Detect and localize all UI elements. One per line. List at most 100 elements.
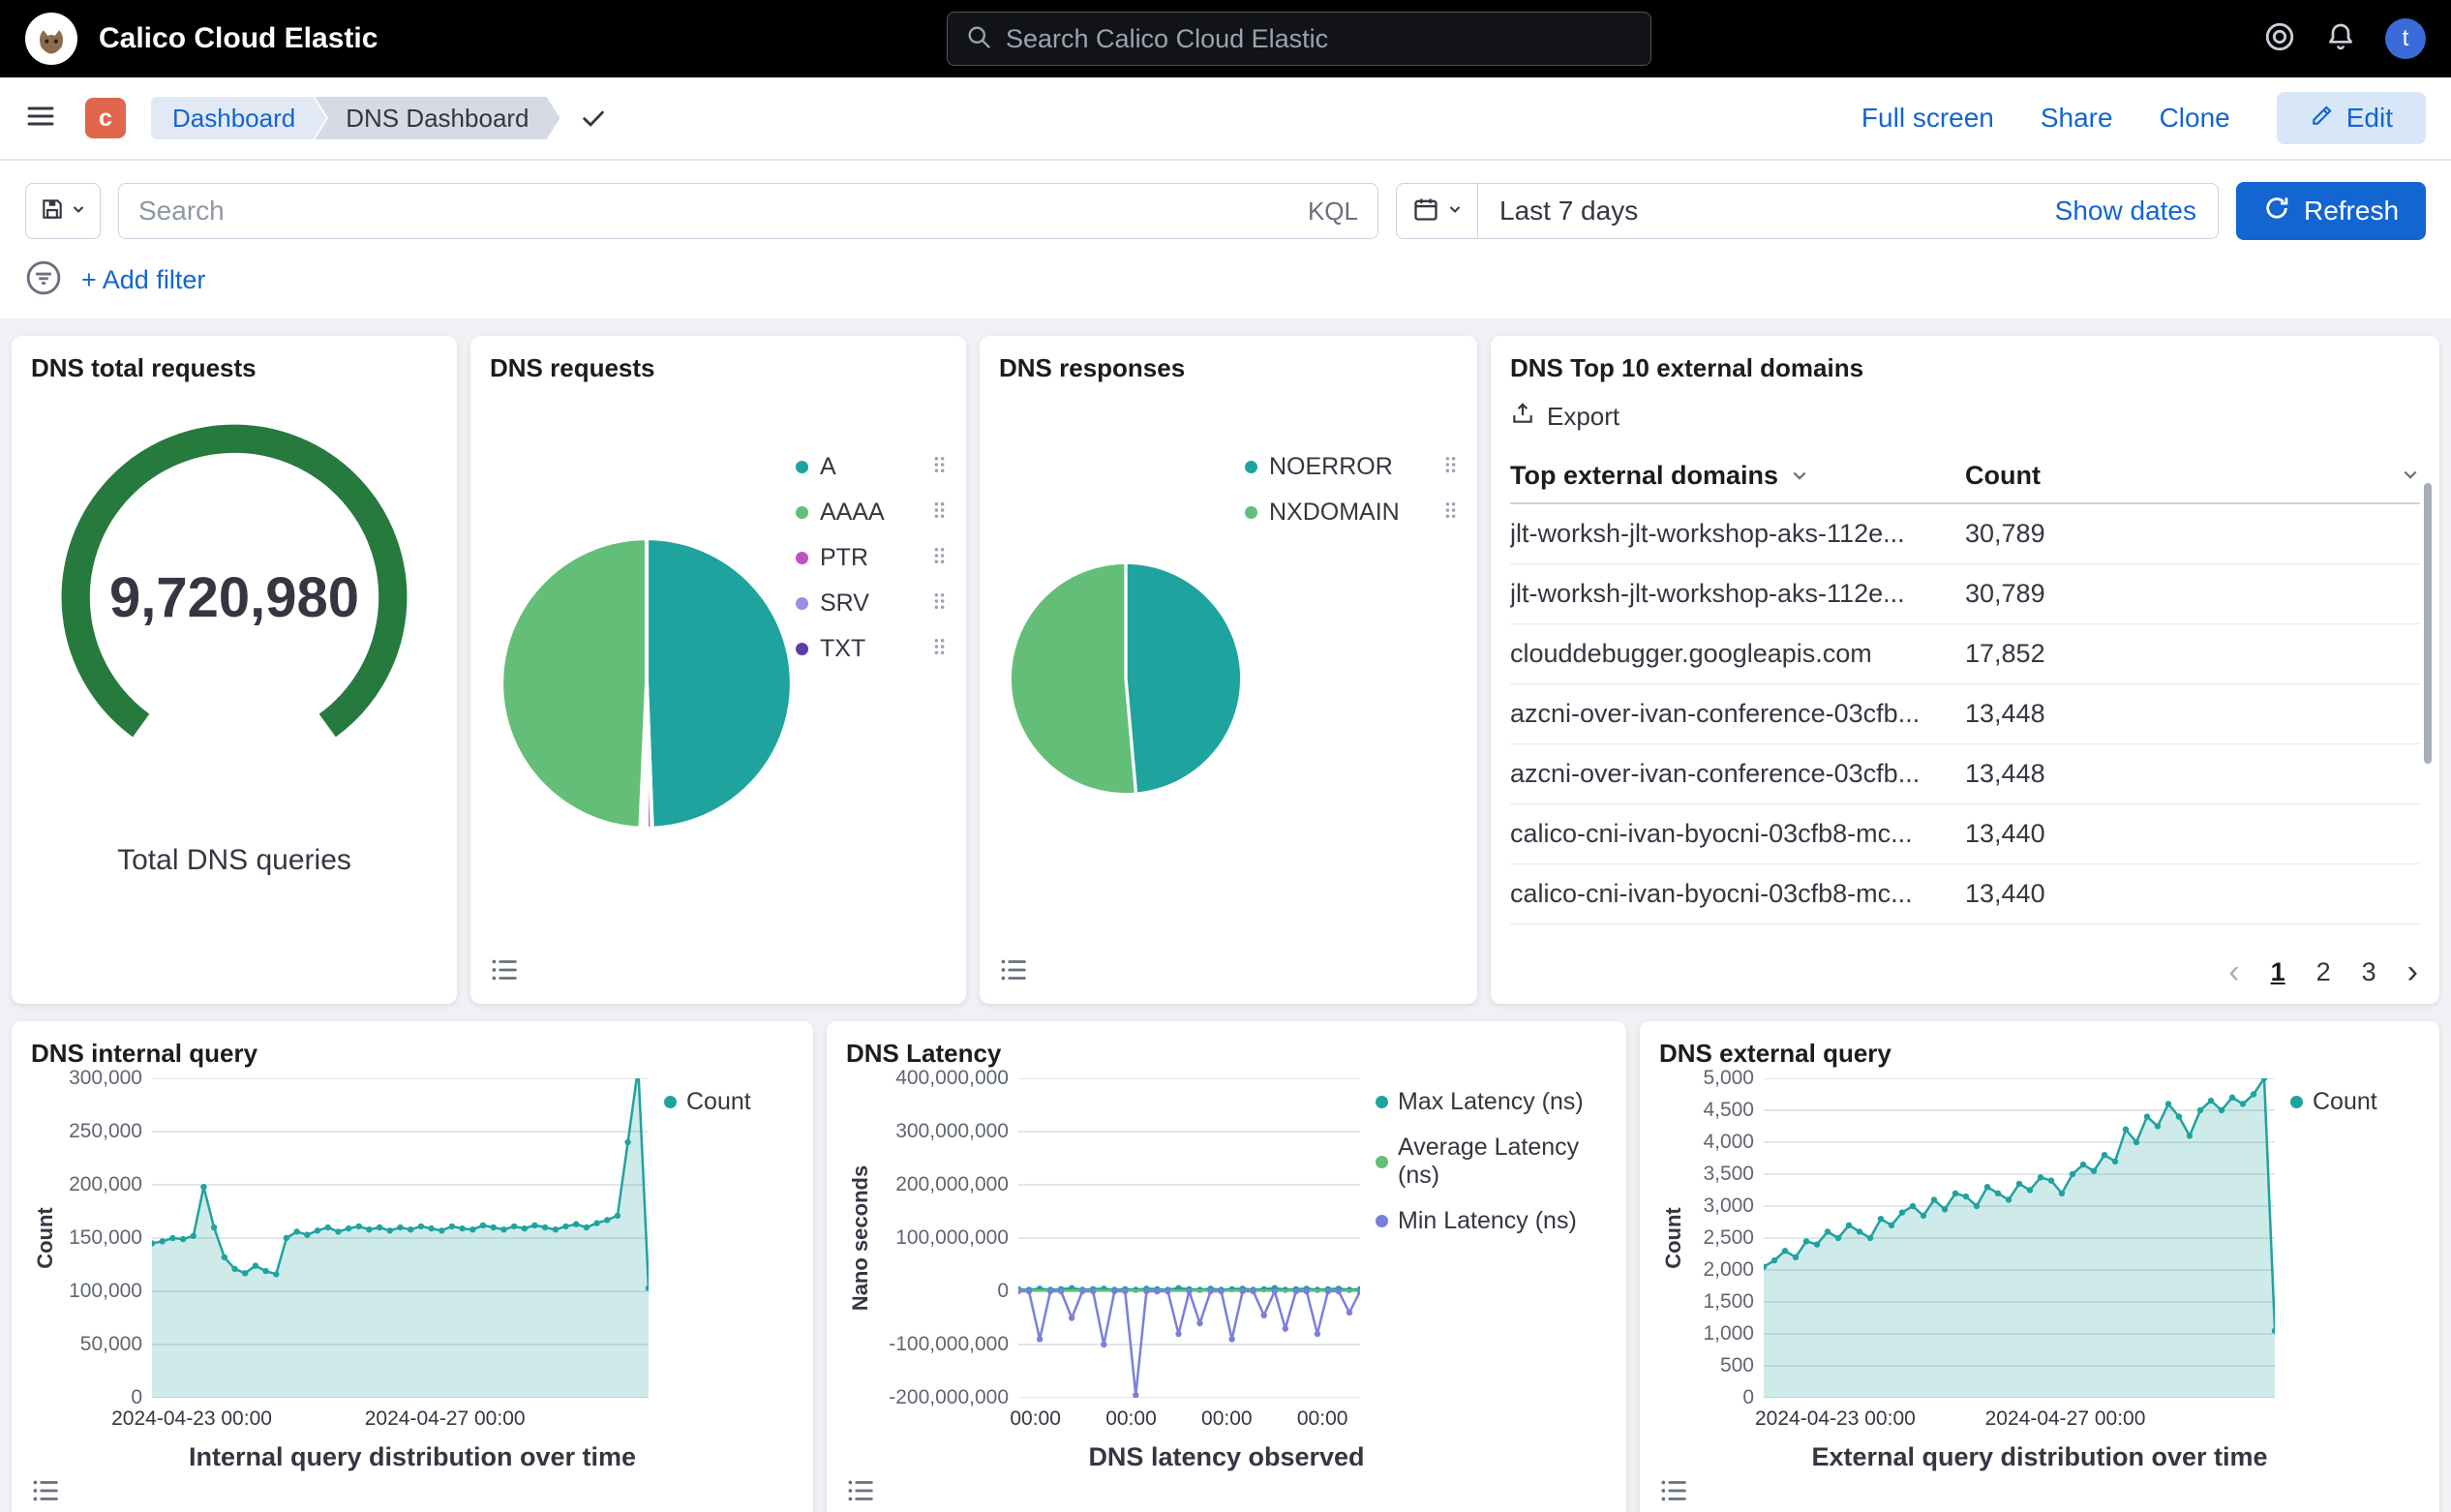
legend-item-a[interactable]: A [796, 453, 947, 481]
breadcrumb-dashboard[interactable]: Dashboard [151, 97, 326, 139]
dns-latency-chart[interactable] [1018, 1078, 1360, 1398]
chevron-down-icon [1447, 201, 1463, 222]
legend-item-nxdomain[interactable]: NXDOMAIN [1245, 499, 1458, 527]
legend-item-actions-icon[interactable] [932, 544, 947, 572]
legend-item-count[interactable]: Count [2290, 1088, 2420, 1116]
legend-item-min-latency[interactable]: Min Latency (ns) [1376, 1207, 1607, 1235]
kql-search-input[interactable] [138, 196, 1294, 227]
y-axis-labels: 5,0004,5004,0003,5003,0002,5002,0001,500… [1688, 1078, 1764, 1398]
table-row[interactable]: jlt-worksh-jlt-workshop-aks-112e...30,78… [1510, 564, 2420, 624]
clone-link[interactable]: Clone [2160, 103, 2230, 134]
legend-item-aaaa[interactable]: AAAA [796, 499, 947, 527]
internal-query-chart[interactable] [152, 1078, 649, 1398]
support-icon[interactable] [2263, 20, 2296, 58]
legend-label: Count [686, 1088, 794, 1116]
x-tick-label: 00:00 [1297, 1407, 1348, 1431]
filter-icon[interactable] [25, 259, 62, 301]
saved-query-menu-button[interactable] [25, 183, 101, 239]
space-avatar[interactable]: c [85, 98, 126, 138]
legend-toggle-icon[interactable] [484, 950, 525, 990]
previous-page-icon[interactable]: ‹ [2228, 955, 2239, 988]
panel-top-external-domains: DNS Top 10 external domains Export Top e… [1491, 336, 2439, 1004]
menu-hamburger-icon[interactable] [25, 101, 56, 136]
legend-item-actions-icon[interactable] [932, 635, 947, 663]
global-search-box[interactable] [947, 12, 1651, 66]
legend-item-actions-icon[interactable] [1443, 453, 1458, 481]
legend-label: A [820, 453, 921, 481]
legend-label: NOERROR [1269, 453, 1432, 481]
legend-item-ptr[interactable]: PTR [796, 544, 947, 572]
legend-toggle-icon[interactable] [25, 1470, 66, 1511]
page-2[interactable]: 2 [2316, 957, 2331, 987]
legend-item-txt[interactable]: TXT [796, 635, 947, 663]
dns-responses-pie [999, 389, 1245, 802]
page-1[interactable]: 1 [2271, 957, 2285, 987]
time-range-value[interactable]: Last 7 days [1478, 196, 1659, 227]
notifications-icon[interactable] [2325, 21, 2356, 57]
table-row[interactable]: calico-cni-ivan-byocni-03cfb8-mc...13,44… [1510, 864, 2420, 924]
legend-item-actions-icon[interactable] [932, 590, 947, 618]
refresh-button[interactable]: Refresh [2236, 182, 2426, 240]
external-query-chart[interactable] [1764, 1078, 2275, 1398]
page-3[interactable]: 3 [2362, 957, 2376, 987]
x-axis-labels: 2024-04-23 00:002024-04-27 00:00 [152, 1404, 649, 1433]
chevron-down-icon [71, 201, 86, 222]
table-row[interactable]: clouddebugger.googleapis.com17,852 [1510, 624, 2420, 684]
legend-item-max-latency[interactable]: Max Latency (ns) [1376, 1088, 1607, 1116]
add-filter-link[interactable]: + Add filter [81, 265, 205, 295]
panel-dns-external-query: DNS external query Count 5,0004,5004,000… [1640, 1021, 2439, 1512]
legend-item-actions-icon[interactable] [932, 499, 947, 527]
chart-subtitle: DNS latency observed [846, 1442, 1607, 1472]
dashboard-saved-check-icon[interactable] [580, 105, 607, 132]
dashboard-grid: DNS total requests 9,720,980 Total DNS q… [0, 318, 2451, 1512]
legend-toggle-icon[interactable] [840, 1470, 881, 1511]
panel-title: DNS total requests [31, 353, 257, 383]
table-row[interactable]: azcni-over-ivan-conference-03cfb...13,44… [1510, 684, 2420, 744]
legend-toggle-icon[interactable] [1653, 1470, 1694, 1511]
export-icon [1510, 401, 1535, 433]
table-row[interactable]: jlt-worksh-jlt-workshop-aks-112e...30,78… [1510, 504, 2420, 564]
legend-item-noerror[interactable]: NOERROR [1245, 453, 1458, 481]
legend-toggle-icon[interactable] [993, 950, 1034, 990]
full-screen-link[interactable]: Full screen [1861, 103, 1994, 134]
legend-item-count[interactable]: Count [664, 1088, 794, 1116]
edit-button[interactable]: Edit [2277, 92, 2426, 144]
column-header-count[interactable]: Count [1965, 461, 2420, 491]
panel-dns-latency: DNS Latency Nano seconds 400,000,000300,… [827, 1021, 1626, 1512]
next-page-icon[interactable]: › [2407, 955, 2418, 988]
export-button[interactable]: Export [1510, 401, 1619, 433]
show-dates-link[interactable]: Show dates [2055, 196, 2218, 227]
table-pagination: ‹ 1 2 3 › [2228, 955, 2418, 988]
y-axis-title: Count [31, 1078, 60, 1398]
legend-label: Min Latency (ns) [1398, 1207, 1607, 1235]
y-axis-labels: 400,000,000300,000,000200,000,000100,000… [875, 1078, 1018, 1398]
refresh-button-label: Refresh [2304, 196, 2399, 227]
column-header-domains[interactable]: Top external domains [1510, 461, 1965, 491]
panel-dns-internal-query: DNS internal query Count 300,000250,0002… [12, 1021, 813, 1512]
kql-label[interactable]: KQL [1308, 197, 1358, 227]
x-tick-label: 2024-04-23 00:00 [1755, 1407, 1916, 1431]
gauge-caption: Total DNS queries [117, 844, 351, 877]
legend-item-average-latency[interactable]: Average Latency (ns) [1376, 1134, 1607, 1190]
panel-dns-responses: DNS responses NOERROR NXDOMAIN [980, 336, 1477, 1004]
share-link[interactable]: Share [2041, 103, 2113, 134]
table-row[interactable]: azcni-over-ivan-conference-03cfb...13,44… [1510, 744, 2420, 804]
table-scrollbar[interactable] [2424, 483, 2432, 764]
global-search-input[interactable] [1006, 24, 1633, 54]
legend-item-srv[interactable]: SRV [796, 590, 947, 618]
legend-label: AAAA [820, 499, 921, 527]
panel-title: DNS Latency [846, 1039, 1607, 1069]
date-quick-select-button[interactable] [1397, 184, 1478, 238]
legend-item-actions-icon[interactable] [932, 453, 947, 481]
table-row[interactable]: calico-cni-ivan-byocni-03cfb8-mc...13,44… [1510, 804, 2420, 864]
legend-dot [1376, 1156, 1388, 1168]
export-label: Export [1547, 402, 1619, 432]
user-avatar[interactable]: t [2385, 18, 2426, 59]
panel-title: DNS internal query [31, 1039, 794, 1069]
pencil-icon [2310, 103, 2335, 135]
legend-dot [664, 1096, 677, 1108]
legend-item-actions-icon[interactable] [1443, 499, 1458, 527]
legend-label: TXT [820, 635, 921, 663]
kql-search-box[interactable]: KQL [118, 183, 1378, 239]
panel-dns-total-requests: DNS total requests 9,720,980 Total DNS q… [12, 336, 457, 1004]
